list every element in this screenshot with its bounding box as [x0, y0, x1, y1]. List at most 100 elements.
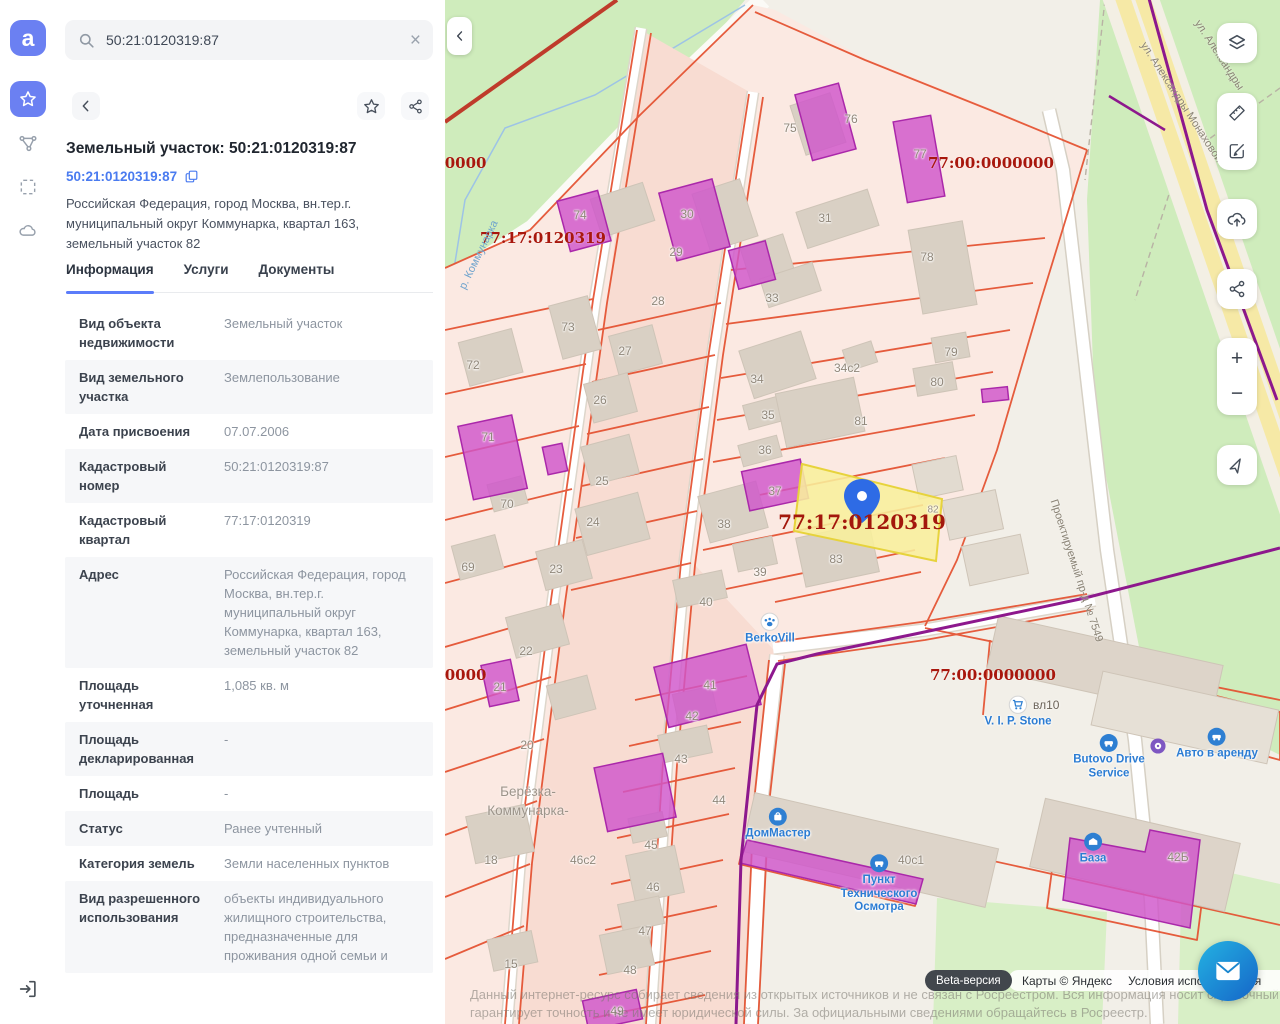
poi-line: Пункт: [841, 874, 918, 888]
row-label: Кадастровый номер: [79, 457, 210, 495]
parcel-number: 69: [461, 560, 474, 574]
parcel-number: 39: [753, 565, 766, 579]
poi-line: Butovo Drive: [1073, 754, 1145, 768]
attributes-table: Вид объекта недвижимости Земельный участ…: [65, 306, 433, 1024]
table-row: Вид объекта недвижимости Земельный участ…: [65, 306, 433, 360]
row-value: Землепользование: [224, 368, 419, 406]
collapse-panel-button[interactable]: [447, 17, 472, 55]
poi-berkovill[interactable]: BerkoVill: [745, 612, 795, 646]
quarter-label: 77:00:0000000: [928, 154, 1054, 172]
poi-dommaster[interactable]: ДомМастер: [745, 807, 810, 841]
shopping-bag-icon: [769, 807, 788, 826]
poi-label: Авто в аренду: [1176, 747, 1258, 761]
quarter-label: 00:0000000: [445, 154, 486, 172]
star-icon: [18, 89, 38, 109]
poi-inspection-point[interactable]: Пункт Технического Осмотра: [841, 854, 918, 915]
beta-badge: Beta-версия: [925, 970, 1012, 991]
district-label: Берёзка- Коммунарка-: [487, 782, 569, 820]
poi-line: Осмотра: [841, 901, 918, 915]
parcel-number: 25: [595, 474, 608, 488]
poi-baza[interactable]: База: [1080, 832, 1107, 866]
tab-services[interactable]: Услуги: [184, 262, 229, 292]
parcel-number: 83: [829, 552, 842, 566]
district-line: Берёзка-: [487, 782, 569, 801]
map-viewport[interactable]: 00:000000077:17:012031977:00:000000000:0…: [445, 0, 1280, 1024]
zoom-out-button[interactable]: −: [1217, 375, 1257, 413]
object-address: Российская Федерация, город Москва, вн.т…: [66, 194, 406, 254]
sidebar-item-layers-polygon[interactable]: [10, 125, 46, 161]
row-label: Вид разрешенного использования: [79, 889, 210, 965]
ruler-button[interactable]: [1227, 94, 1247, 132]
disclaimer-watermark: Данный интернет-ресурс собирает сведения…: [470, 986, 1278, 1024]
warehouse-icon: [1083, 832, 1102, 851]
table-row: Категория земель Земли населенных пункто…: [65, 846, 433, 881]
poi-butovo-drive[interactable]: Butovo Drive Service: [1073, 734, 1145, 781]
locate-button[interactable]: [1217, 445, 1257, 485]
tab-documents[interactable]: Документы: [259, 262, 335, 292]
chat-button[interactable]: [1198, 941, 1258, 1001]
cart-icon: [1009, 695, 1028, 714]
parcel-number: 29: [669, 245, 682, 259]
share-button[interactable]: [401, 92, 429, 120]
row-label: Статус: [79, 819, 210, 838]
sidebar-item-favorites[interactable]: [10, 81, 46, 117]
row-label: Адрес: [79, 565, 210, 660]
row-value: 77:17:0120319: [224, 511, 419, 549]
car-wash-icon: [1099, 734, 1118, 753]
paw-icon: [761, 612, 780, 631]
share-map-button[interactable]: [1217, 269, 1257, 309]
row-label: Площадь декларированная: [79, 730, 210, 768]
clear-search-icon[interactable]: ×: [410, 31, 421, 50]
measure-edit-group: [1217, 93, 1257, 170]
parcel-number: 78: [920, 250, 933, 264]
parcel-number: 75: [783, 121, 796, 135]
dot-icon: [1150, 738, 1167, 755]
table-row: Дата присвоения 07.07.2006: [65, 414, 433, 449]
copy-icon[interactable]: [184, 169, 199, 184]
table-row: Вид разрешенного использования объекты и…: [65, 881, 433, 973]
tab-information[interactable]: Информация: [66, 262, 154, 292]
cadastral-number-link[interactable]: 50:21:0120319:87: [66, 169, 199, 184]
row-value: -: [224, 784, 419, 803]
parcel-number: 30: [680, 207, 693, 221]
quarter-label: 77:17:0120319: [480, 229, 606, 247]
poi-label: BerkoVill: [745, 632, 795, 646]
district-line: Коммунарка-: [487, 801, 569, 820]
parcel-number: 77: [913, 147, 926, 161]
navigation-arrow-icon: [1227, 455, 1247, 475]
envelope-icon: [1213, 959, 1243, 983]
parcel-number: 46с2: [570, 853, 596, 867]
edit-button[interactable]: [1227, 132, 1247, 170]
poi-car-rent[interactable]: Авто в аренду: [1176, 727, 1258, 761]
back-button[interactable]: [72, 92, 100, 120]
search-value[interactable]: 50:21:0120319:87: [106, 32, 410, 48]
sidebar-item-cloud[interactable]: [10, 213, 46, 249]
zoom-in-button[interactable]: +: [1217, 340, 1257, 378]
ruler-icon: [1227, 103, 1247, 123]
poi-carsharing-dot[interactable]: [1150, 738, 1167, 755]
search-input[interactable]: 50:21:0120319:87 ×: [65, 20, 433, 60]
parcel-number: 81: [854, 414, 867, 428]
poi-line: Технического: [841, 887, 918, 901]
row-label: Категория земель: [79, 854, 210, 873]
parcel-number: 41: [703, 678, 716, 692]
copyright-text: Карты © Яндекс: [1022, 974, 1112, 988]
exit-icon: [17, 978, 39, 1000]
parcel-number: 15: [504, 957, 517, 971]
parcel-number: 43: [674, 752, 687, 766]
logout-button[interactable]: [13, 974, 43, 1004]
sidebar-item-select-area[interactable]: [10, 169, 46, 205]
parcel-number: 47: [638, 924, 651, 938]
row-value: 1,085 кв. м: [224, 676, 419, 714]
row-label: Дата присвоения: [79, 422, 210, 441]
parcel-number: 44: [712, 793, 725, 807]
parcel-number: 71: [481, 430, 494, 444]
favorite-button[interactable]: [357, 92, 385, 120]
star-outline-icon: [362, 97, 381, 116]
cadastral-number-text[interactable]: 50:21:0120319:87: [66, 169, 177, 184]
upload-button[interactable]: [1217, 199, 1257, 239]
parcel-number: 26: [593, 393, 606, 407]
layers-button[interactable]: [1217, 23, 1257, 63]
parcel-number: 36: [758, 443, 771, 457]
app-logo[interactable]: a: [10, 20, 46, 56]
